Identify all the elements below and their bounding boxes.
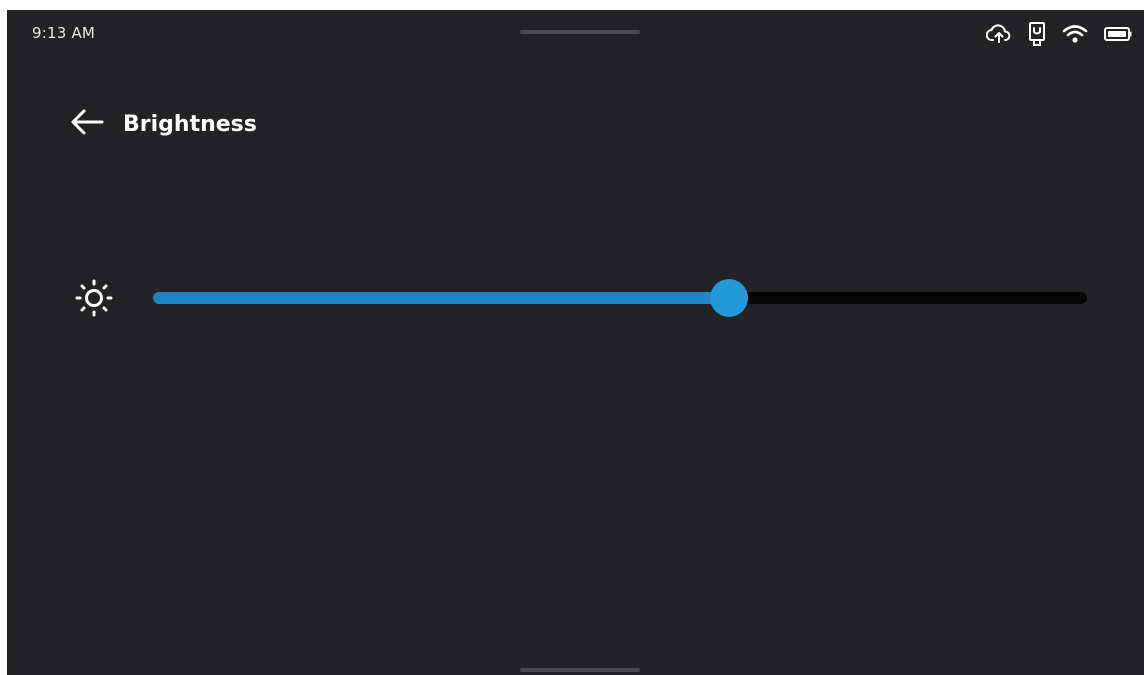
page-header: Brightness (67, 106, 257, 142)
screen: 9:13 AM Brightness (7, 10, 1144, 675)
sun-icon (71, 278, 117, 322)
page-title: Brightness (123, 111, 257, 137)
battery-icon (1104, 26, 1132, 42)
slider-thumb[interactable] (710, 279, 749, 317)
cloud-upload-icon (986, 23, 1012, 45)
status-time: 9:13 AM (32, 24, 96, 42)
wifi-icon (1062, 24, 1088, 44)
brightness-row (67, 275, 1097, 321)
status-icons (986, 22, 1132, 46)
back-button[interactable] (67, 106, 107, 142)
slider-fill (153, 292, 730, 304)
bottom-drag-handle[interactable] (520, 668, 640, 672)
usb-device-icon (1028, 22, 1046, 46)
arrow-left-icon (68, 107, 106, 141)
status-bar: 9:13 AM (7, 10, 1144, 56)
brightness-slider[interactable] (153, 279, 1087, 317)
top-drag-handle[interactable] (520, 30, 640, 34)
